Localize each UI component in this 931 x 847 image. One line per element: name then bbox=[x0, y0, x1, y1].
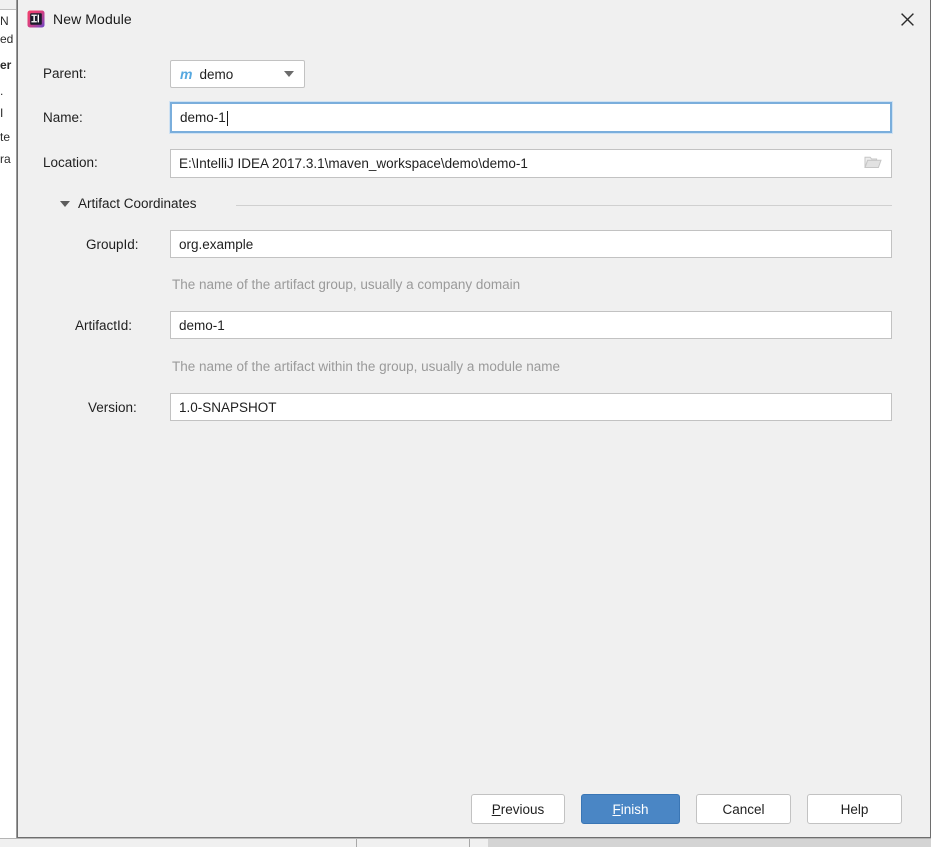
new-module-dialog: New Module Parent: m demo Name: demo-1 L… bbox=[17, 0, 931, 838]
background-text-fragment: . bbox=[0, 84, 4, 98]
finish-button[interactable]: Finish bbox=[581, 794, 680, 824]
cancel-button[interactable]: Cancel bbox=[696, 794, 791, 824]
close-icon[interactable] bbox=[884, 0, 930, 38]
intellij-idea-icon bbox=[27, 10, 45, 28]
background-toolbar-sliver bbox=[0, 0, 17, 10]
background-text-fragment: ed bbox=[0, 32, 14, 46]
help-button[interactable]: Help bbox=[807, 794, 902, 824]
maven-module-icon: m bbox=[180, 66, 193, 82]
name-input[interactable]: demo-1 bbox=[170, 102, 892, 133]
cancel-button-label: Cancel bbox=[722, 801, 765, 817]
background-text-fragment: te bbox=[0, 130, 11, 144]
groupid-input-value: org.example bbox=[179, 236, 254, 252]
artifactid-label: ArtifactId: bbox=[75, 318, 133, 333]
groupid-label: GroupId: bbox=[86, 237, 139, 252]
chevron-down-icon bbox=[284, 71, 294, 77]
section-separator bbox=[236, 205, 892, 206]
previous-button-label: revious bbox=[500, 801, 545, 817]
dialog-title: New Module bbox=[53, 11, 132, 27]
location-input[interactable]: E:\IntelliJ IDEA 2017.3.1\maven_workspac… bbox=[170, 149, 892, 178]
name-label: Name: bbox=[43, 110, 83, 125]
screen: N ed er . I te ra New Module Parent: m d… bbox=[0, 0, 931, 847]
artifact-coordinates-toggle[interactable]: Artifact Coordinates bbox=[60, 196, 197, 211]
groupid-hint: The name of the artifact group, usually … bbox=[172, 277, 521, 292]
name-input-value: demo-1 bbox=[180, 110, 226, 125]
parent-label: Parent: bbox=[43, 66, 87, 81]
groupid-input[interactable]: org.example bbox=[170, 230, 892, 258]
background-text-fragment: I bbox=[0, 106, 4, 120]
artifactid-input-value: demo-1 bbox=[179, 317, 225, 333]
triangle-down-icon bbox=[60, 200, 70, 207]
version-label: Version: bbox=[88, 400, 137, 415]
parent-combobox[interactable]: m demo bbox=[170, 60, 305, 88]
background-text-fragment: er bbox=[0, 58, 12, 72]
finish-button-mnemonic: F bbox=[612, 801, 621, 817]
location-input-value: E:\IntelliJ IDEA 2017.3.1\maven_workspac… bbox=[179, 156, 528, 171]
finish-button-label: inish bbox=[620, 801, 649, 817]
text-caret bbox=[226, 111, 228, 126]
dialog-titlebar: New Module bbox=[18, 0, 930, 40]
parent-value: demo bbox=[199, 66, 234, 82]
previous-button-mnemonic: P bbox=[491, 801, 501, 817]
background-text-fragment: N bbox=[0, 14, 9, 28]
background-text-fragment: ra bbox=[0, 152, 11, 166]
version-input[interactable]: 1.0-SNAPSHOT bbox=[170, 393, 892, 421]
artifact-coordinates-title: Artifact Coordinates bbox=[78, 196, 197, 211]
artifactid-hint: The name of the artifact within the grou… bbox=[172, 359, 560, 374]
previous-button[interactable]: Previous bbox=[471, 794, 565, 824]
location-label: Location: bbox=[43, 155, 98, 170]
help-button-label: Help bbox=[840, 801, 869, 817]
artifactid-input[interactable]: demo-1 bbox=[170, 311, 892, 339]
version-input-value: 1.0-SNAPSHOT bbox=[179, 399, 277, 415]
folder-icon[interactable] bbox=[864, 155, 882, 173]
